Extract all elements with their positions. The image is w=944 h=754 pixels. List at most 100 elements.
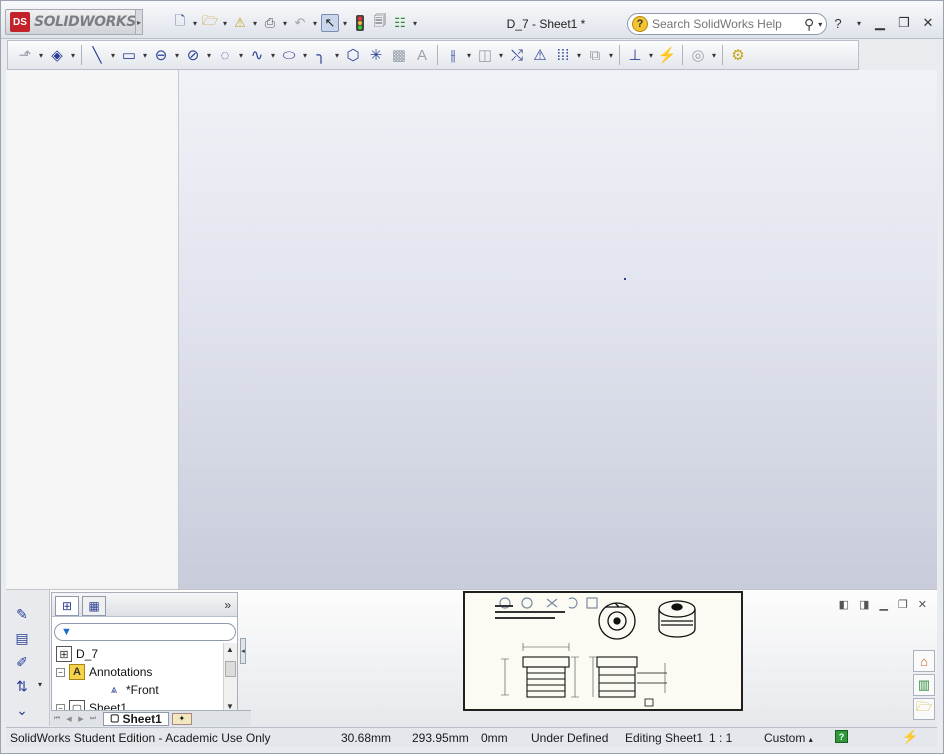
slot-icon[interactable]: ⊖ <box>150 44 172 66</box>
sheet-tab[interactable]: ▢ Sheet1 <box>103 711 169 726</box>
convert-entities-icon[interactable]: ⤭ <box>506 44 528 66</box>
scroll-thumb[interactable] <box>225 661 236 677</box>
file-explorer-icon[interactable]: 🗁 <box>913 698 935 720</box>
new-document-icon[interactable]: 🗋 <box>171 13 189 32</box>
help-search-box[interactable]: ? ⚲ ▾ <box>627 13 827 35</box>
add-relation-icon[interactable]: ⊥ <box>624 44 646 66</box>
tree-scrollbar[interactable]: ▲ ▼ <box>223 643 237 713</box>
sketch-tool-icon[interactable]: ✐ <box>12 652 32 672</box>
arc-icon[interactable]: ◌ <box>214 44 236 66</box>
rebuild-traffic-light-icon[interactable] <box>351 14 369 32</box>
polygon-icon[interactable]: ⬡ <box>342 44 364 66</box>
text-icon[interactable]: A <box>411 44 433 66</box>
quick-snaps-icon[interactable]: ◎ <box>687 44 709 66</box>
trim-icon[interactable]: ⚠ <box>529 44 551 66</box>
relation-dropdown-icon[interactable]: ▾ <box>647 51 655 60</box>
snaps-dropdown-icon[interactable]: ▾ <box>710 51 718 60</box>
resources-home-icon[interactable]: ⌂ <box>913 650 935 672</box>
unit-system-selector[interactable]: Custom ▴ <box>764 731 813 745</box>
linear-pattern-icon[interactable]: ⁞⁞⁞ <box>552 44 574 66</box>
spline-icon[interactable]: ∿ <box>246 44 268 66</box>
pane-restore-icon[interactable]: ❐ <box>898 598 908 611</box>
options-icon[interactable]: ☷ <box>391 14 409 32</box>
rectangle-dropdown-icon[interactable]: ▾ <box>141 51 149 60</box>
dimension-dropdown-icon[interactable]: ▾ <box>69 51 77 60</box>
menu-expand-arrow[interactable]: ▸ <box>135 9 143 35</box>
drawing-preview[interactable] <box>463 591 743 711</box>
point-icon[interactable]: ✳ <box>365 44 387 66</box>
feature-manager-pane[interactable] <box>6 70 179 589</box>
select-dropdown-icon[interactable]: ▾ <box>341 19 349 28</box>
graphics-area[interactable] <box>179 70 937 589</box>
pane-forward-icon[interactable]: ◨ <box>859 598 869 611</box>
property-manager-tab-icon[interactable]: ▦ <box>82 596 106 616</box>
tree-filter-field[interactable]: ▼ <box>54 623 236 641</box>
offset-icon[interactable]: ◫ <box>474 44 496 66</box>
help-search-input[interactable] <box>652 17 802 31</box>
options-dropdown-icon[interactable]: ▾ <box>411 19 419 28</box>
move-entities-icon[interactable]: ⧉ <box>584 44 606 66</box>
close-icon[interactable]: ✕ <box>921 15 935 31</box>
tree-item-front-view[interactable]: ⩓ *Front <box>106 681 159 699</box>
search-icon[interactable]: ⚲ <box>804 16 814 33</box>
prev-sheet-icon[interactable]: ◀ <box>63 713 75 725</box>
swap-icon[interactable]: ⇅ <box>12 676 32 696</box>
move-dropdown-icon[interactable]: ▾ <box>607 51 615 60</box>
print-dropdown-icon[interactable]: ▾ <box>281 19 289 28</box>
strip-dropdown-icon[interactable]: ▾ <box>36 680 44 689</box>
search-dropdown-icon[interactable]: ▾ <box>816 20 824 29</box>
rectangle-icon[interactable]: ▭ <box>118 44 140 66</box>
quick-tips-icon[interactable]: ? <box>835 730 848 743</box>
mirror-icon[interactable]: ⫲ <box>442 44 464 66</box>
minimize-icon[interactable]: ▁ <box>873 15 887 31</box>
exit-sketch-dropdown-icon[interactable]: ▾ <box>37 51 45 60</box>
panel-collapse-handle[interactable]: ◂ <box>240 638 246 664</box>
spline-dropdown-icon[interactable]: ▾ <box>269 51 277 60</box>
offset-dropdown-icon[interactable]: ▾ <box>497 51 505 60</box>
mirror-dropdown-icon[interactable]: ▾ <box>465 51 473 60</box>
ellipse-dropdown-icon[interactable]: ▾ <box>301 51 309 60</box>
collapse-annotations-icon[interactable]: − <box>56 667 65 677</box>
smart-dimension-icon[interactable]: ◈ <box>46 44 68 66</box>
undo-dropdown-icon[interactable]: ▾ <box>311 19 319 28</box>
tree-item-root[interactable]: ⊞ D_7 <box>56 645 98 663</box>
annotation-tool-icon[interactable]: ✎ <box>12 604 32 624</box>
help-dropdown-icon[interactable]: ▾ <box>855 19 863 28</box>
restore-icon[interactable]: ❐ <box>897 15 911 31</box>
save-dropdown-icon[interactable]: ▾ <box>251 19 259 28</box>
hatch-icon[interactable]: ▩ <box>388 44 410 66</box>
expand-down-icon[interactable]: ⌄ <box>12 700 32 720</box>
solidworks-logo[interactable]: DS SOLIDWORKS <box>5 9 137 35</box>
fillet-icon[interactable]: ╮ <box>310 44 332 66</box>
exit-sketch-icon[interactable]: ⬏ <box>14 44 36 66</box>
repair-sketch-icon[interactable]: ⚡ <box>656 44 678 66</box>
next-sheet-icon[interactable]: ▶ <box>75 713 87 725</box>
line-dropdown-icon[interactable]: ▾ <box>109 51 117 60</box>
first-sheet-icon[interactable]: ⏮ <box>51 713 63 725</box>
pattern-dropdown-icon[interactable]: ▾ <box>575 51 583 60</box>
design-library-icon[interactable]: ▥ <box>913 674 935 696</box>
scroll-up-icon[interactable]: ▲ <box>226 645 234 654</box>
pane-close-icon[interactable]: ✕ <box>918 598 927 611</box>
save-warning-icon[interactable]: ⚠ <box>231 14 249 32</box>
slot-dropdown-icon[interactable]: ▾ <box>173 51 181 60</box>
help-menu-icon[interactable]: ? <box>831 16 845 31</box>
select-pointer-icon[interactable]: ↖ <box>321 14 339 32</box>
rebuild-status-icon[interactable]: ⚡ <box>902 729 918 745</box>
open-folder-icon[interactable]: 🗁 <box>201 13 219 32</box>
layout-view-icon[interactable]: ▤ <box>12 628 32 648</box>
more-tabs-icon[interactable]: » <box>224 598 231 612</box>
rapid-sketch-icon[interactable]: ⚙ <box>727 44 749 66</box>
pane-back-icon[interactable]: ◧ <box>839 598 849 611</box>
new-dropdown-icon[interactable]: ▾ <box>191 19 199 28</box>
circle-dropdown-icon[interactable]: ▾ <box>205 51 213 60</box>
fillet-dropdown-icon[interactable]: ▾ <box>333 51 341 60</box>
pane-minimize-icon[interactable]: ▁ <box>879 598 887 611</box>
circle-icon[interactable]: ⊘ <box>182 44 204 66</box>
line-icon[interactable]: ╲ <box>86 44 108 66</box>
arc-dropdown-icon[interactable]: ▾ <box>237 51 245 60</box>
open-dropdown-icon[interactable]: ▾ <box>221 19 229 28</box>
last-sheet-icon[interactable]: ⏭ <box>87 713 99 725</box>
feature-manager-tab-icon[interactable]: ⊞ <box>55 596 79 616</box>
add-sheet-icon[interactable]: ✦ <box>171 712 192 725</box>
